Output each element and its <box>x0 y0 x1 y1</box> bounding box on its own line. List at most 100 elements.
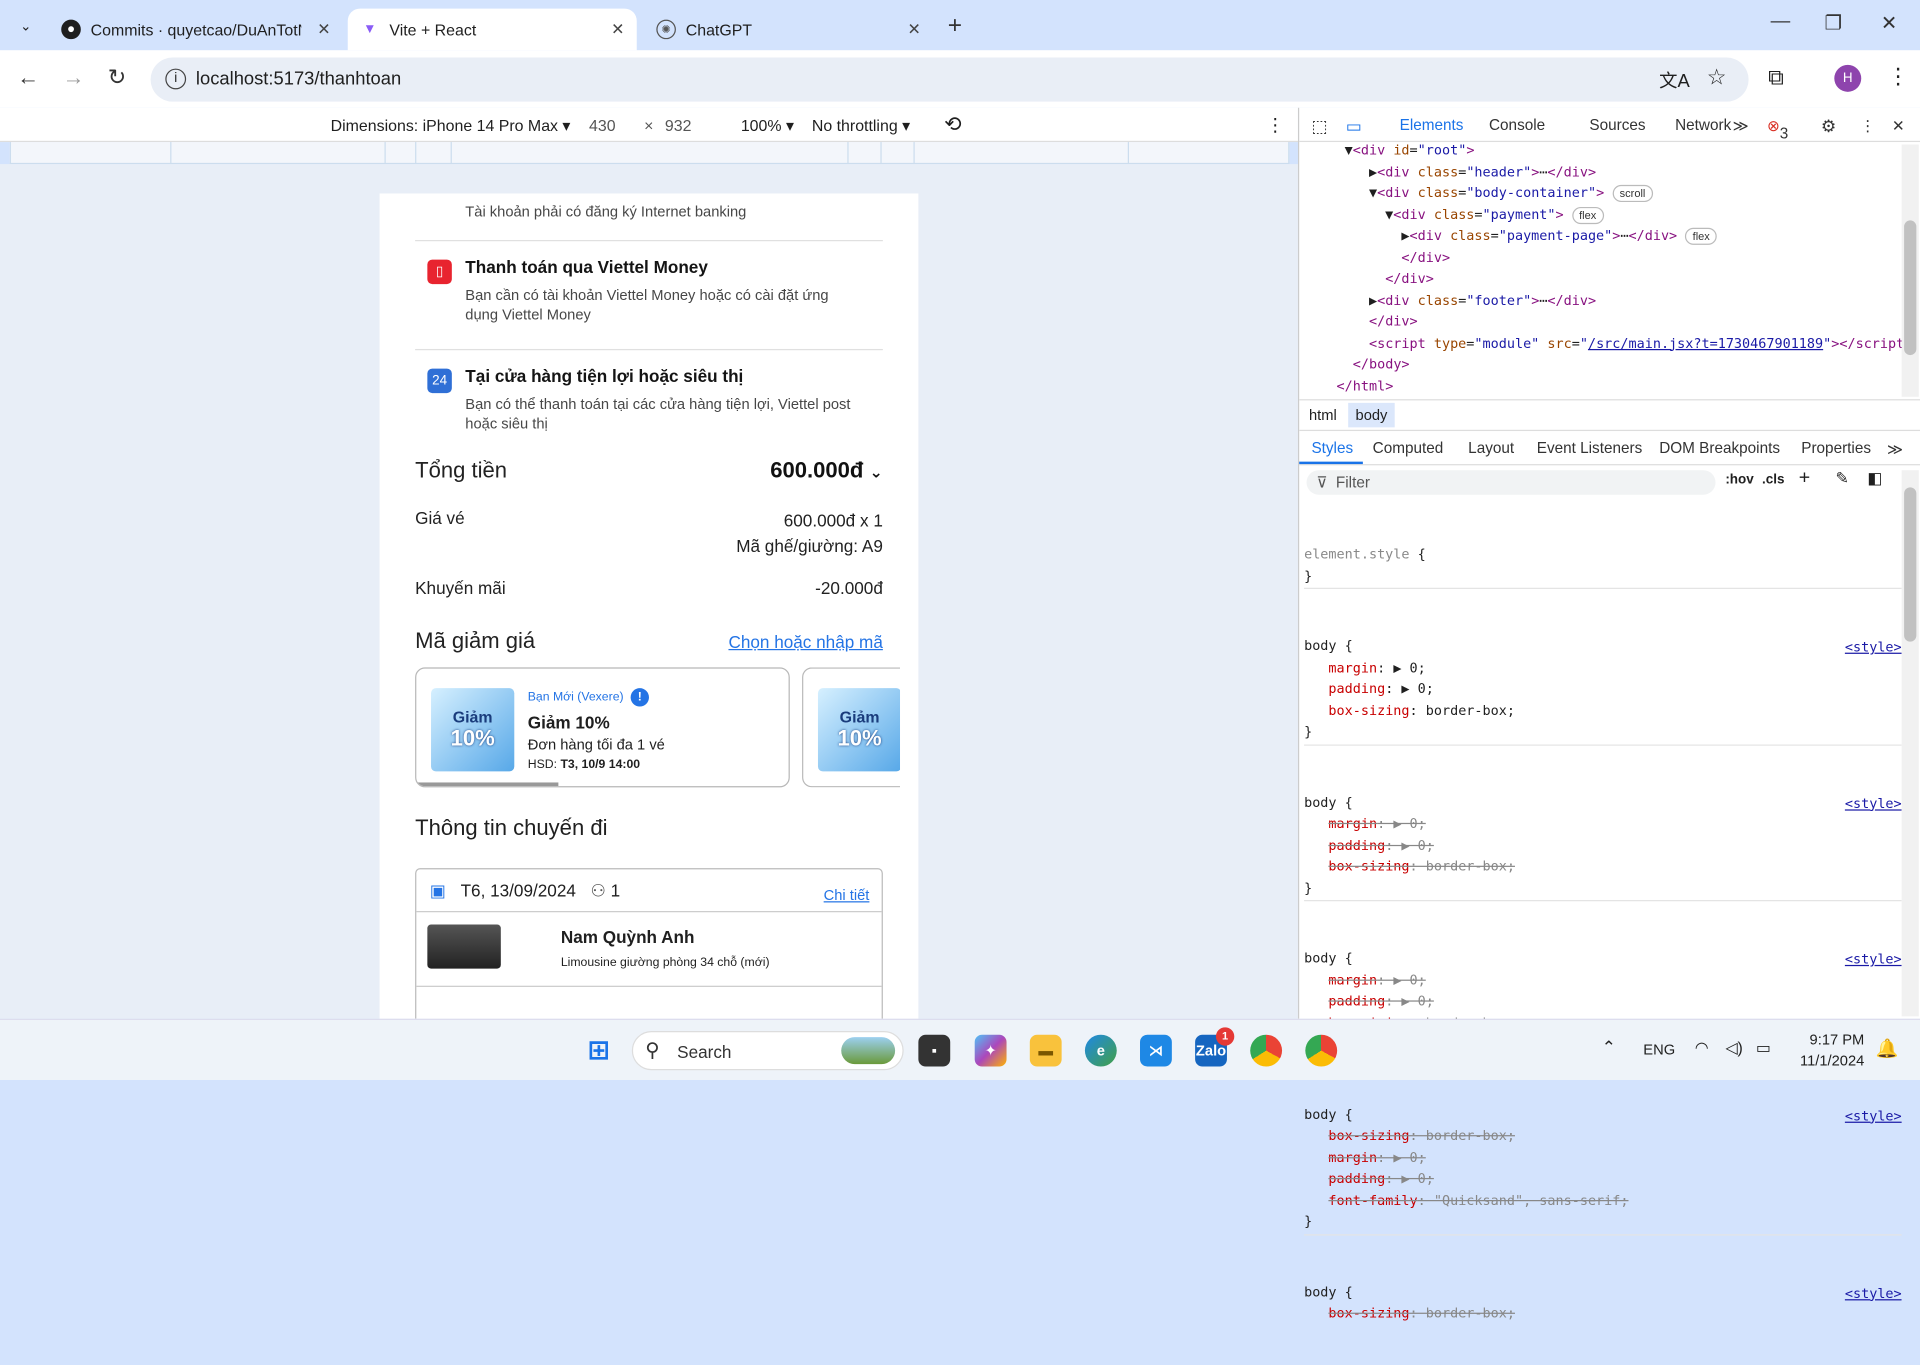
device-height-input[interactable]: 932 <box>665 116 692 134</box>
paint-icon[interactable]: ✎ <box>1836 469 1849 489</box>
window-close-icon[interactable]: ✕ <box>1881 11 1897 35</box>
close-icon[interactable]: ✕ <box>907 20 920 40</box>
new-rule-icon[interactable]: + <box>1799 468 1810 490</box>
styles-filter-input[interactable]: ⊽ Filter <box>1306 470 1716 495</box>
tab-layout[interactable]: Layout <box>1468 440 1514 457</box>
forward-icon[interactable]: → <box>62 65 84 91</box>
device-dimensions-select[interactable]: Dimensions: iPhone 14 Pro Max ▾ <box>331 116 571 136</box>
hov-toggle[interactable]: :hov <box>1725 473 1753 488</box>
chrome-profile-icon[interactable] <box>1305 1034 1338 1067</box>
more-style-tabs-icon[interactable]: ≫ <box>1887 440 1903 458</box>
search-icon: ⚲ <box>645 1040 660 1062</box>
rule-body[interactable]: <style>body { box-sizing: border-box; ma… <box>1304 1100 1902 1235</box>
new-tab-icon[interactable]: + <box>948 12 962 40</box>
zoom-select[interactable]: 100% ▾ <box>741 116 794 136</box>
clock[interactable]: 9:17 PM 11/1/2024 <box>1800 1030 1864 1072</box>
voucher-card-partial[interactable]: Giảm 10% <box>802 667 901 788</box>
style-rules[interactable]: element.style { } <style> body { margin: … <box>1304 497 1902 1365</box>
back-icon[interactable]: ← <box>17 65 39 91</box>
tab-console[interactable]: Console <box>1489 116 1545 133</box>
crumb-html[interactable]: html <box>1309 407 1337 424</box>
cls-toggle[interactable]: .cls <box>1762 473 1784 488</box>
voucher-card[interactable]: Giảm 10% Bạn Mới (Vexere) ! Giảm 10% Đơn… <box>415 667 790 788</box>
close-icon[interactable]: ✕ <box>317 20 330 40</box>
restore-icon[interactable]: ❐ <box>1825 11 1843 35</box>
total-row[interactable]: Tổng tiền 600.000đ ⌄ <box>415 458 883 484</box>
tab-vite[interactable]: ▼ Vite + React ✕ <box>347 8 637 51</box>
rule-body[interactable]: <style>body { box-sizing: border-box; ma… <box>1304 1278 1902 1322</box>
tab-elements[interactable]: Elements <box>1400 116 1464 133</box>
zalo-icon[interactable]: Zalo 1 <box>1195 1027 1235 1067</box>
vscode-icon[interactable]: ⋊ <box>1140 1034 1172 1067</box>
extensions-icon[interactable]: ⧉ <box>1768 65 1784 91</box>
choose-code-link[interactable]: Chọn hoặc nhập mã <box>728 632 882 652</box>
device-more-icon[interactable]: ⋮ <box>1266 114 1284 136</box>
inspect-element-icon[interactable]: ⬚ <box>1311 116 1327 137</box>
tab-sources[interactable]: Sources <box>1589 116 1645 133</box>
tab-computed[interactable]: Computed <box>1373 440 1444 457</box>
tab-network[interactable]: Network <box>1675 116 1731 133</box>
devtools-menu-icon[interactable]: ⋮ <box>1860 116 1875 135</box>
tray-chevron-icon[interactable]: ⌃ <box>1602 1037 1616 1058</box>
tab-styles[interactable]: Styles <box>1311 440 1353 457</box>
chrome-icon[interactable] <box>1250 1034 1283 1067</box>
close-icon[interactable]: ✕ <box>611 20 624 40</box>
devtools-close-icon[interactable]: ✕ <box>1892 116 1905 135</box>
viettel-money-icon: ▯ <box>427 259 452 285</box>
windows-start-icon[interactable]: ⊞ <box>583 1035 615 1067</box>
media-query-ruler[interactable] <box>9 142 1290 165</box>
browser-toolbar: ← → ↻ i localhost:5173/thanhtoan 文A ☆ ⧉ … <box>0 50 1920 108</box>
rule-body[interactable]: <style> body { margin: ▶ 0; padding: ▶ 0;… <box>1304 632 1902 746</box>
browser-menu-icon[interactable]: ⋮ <box>1887 64 1909 90</box>
tab-chatgpt[interactable]: ✺ ChatGPT ✕ <box>644 9 933 51</box>
battery-icon[interactable]: ▭ <box>1756 1038 1771 1058</box>
wifi-icon[interactable]: ◠ <box>1695 1038 1709 1058</box>
edge-icon[interactable]: e <box>1084 1034 1117 1067</box>
task-view-icon[interactable]: ▪ <box>918 1034 951 1067</box>
device-toolbar: Dimensions: iPhone 14 Pro Max ▾ 430 × 93… <box>0 107 1298 143</box>
address-bar[interactable]: i localhost:5173/thanhtoan 文A ☆ <box>150 57 1749 102</box>
crumb-body[interactable]: body <box>1348 402 1395 428</box>
more-tabs-icon[interactable]: ≫ <box>1733 116 1749 135</box>
site-info-icon[interactable]: i <box>165 68 187 90</box>
tab-properties[interactable]: Properties <box>1801 440 1871 457</box>
devtools-panel: ⬚ ▭ Elements Console Sources Network ≫ ⊗… <box>1297 107 1920 1321</box>
payment-method-convenience-store[interactable]: 24 Tại cửa hàng tiện lợi hoặc siêu thị B… <box>415 366 883 433</box>
throttling-select[interactable]: No throttling ▾ <box>812 116 910 136</box>
script-src-link[interactable]: /src/main.jsx?t=1730467901189 <box>1588 335 1823 351</box>
url-text[interactable]: localhost:5173/thanhtoan <box>196 69 401 90</box>
reload-icon[interactable]: ↻ <box>108 65 126 91</box>
tab-dom-breakpoints[interactable]: DOM Breakpoints <box>1659 440 1780 457</box>
taskbar-search[interactable]: ⚲ Search <box>631 1031 904 1071</box>
device-width-input[interactable]: 430 <box>589 116 616 134</box>
device-toggle-icon[interactable]: ▭ <box>1346 116 1362 137</box>
payment-method-viettel-money[interactable]: ▯ Thanh toán qua Viettel Money Bạn cần c… <box>415 257 883 324</box>
seat-value: Mã ghế/giường: A9 <box>736 536 883 556</box>
profile-avatar[interactable]: H <box>1834 64 1862 92</box>
copilot-icon[interactable]: ✦ <box>974 1034 1007 1067</box>
vehicle-type: Limousine giường phòng 34 chỗ (mới) <box>560 956 770 970</box>
settings-gear-icon[interactable]: ⚙ <box>1821 116 1836 137</box>
dom-tree[interactable]: ▼<div id="root"> ▶<div class="header">⋯<… <box>1304 140 1913 397</box>
rotate-icon[interactable]: ⟲ <box>944 113 961 137</box>
file-explorer-icon[interactable]: ▬ <box>1029 1034 1062 1067</box>
error-count-badge[interactable]: ⊗ 3 <box>1767 116 1788 142</box>
tab-search-chevron-icon[interactable]: ⌄ <box>10 10 42 42</box>
styles-scrollbar[interactable] <box>1901 470 1919 1017</box>
tab-github[interactable]: ● Commits · quyetcao/DuAnTotN ✕ <box>49 9 343 51</box>
bookmark-star-icon[interactable]: ☆ <box>1707 65 1727 91</box>
minimize-icon[interactable]: — <box>1771 11 1791 33</box>
translate-icon[interactable]: 文A <box>1659 67 1690 93</box>
notification-bell-icon[interactable]: 🔔 <box>1876 1037 1899 1059</box>
rule-body[interactable]: <style> body { margin: ▶ 0; padding: ▶ 0;… <box>1304 788 1902 902</box>
devtools-tabbar: ⬚ ▭ Elements Console Sources Network ≫ ⊗… <box>1299 108 1920 143</box>
trip-detail-link[interactable]: Chi tiết <box>824 887 870 904</box>
sidebar-toggle-icon[interactable]: ◧ <box>1867 469 1882 489</box>
volume-icon[interactable]: ◁) <box>1725 1038 1743 1058</box>
info-icon[interactable]: ! <box>630 688 650 707</box>
language-indicator[interactable]: ENG <box>1643 1041 1675 1058</box>
chevron-down-icon[interactable]: ⌄ <box>870 463 883 481</box>
tab-event-listeners[interactable]: Event Listeners <box>1537 440 1643 457</box>
rule-element-style[interactable]: element.style { } <box>1304 540 1902 589</box>
dom-scrollbar[interactable] <box>1901 144 1919 397</box>
